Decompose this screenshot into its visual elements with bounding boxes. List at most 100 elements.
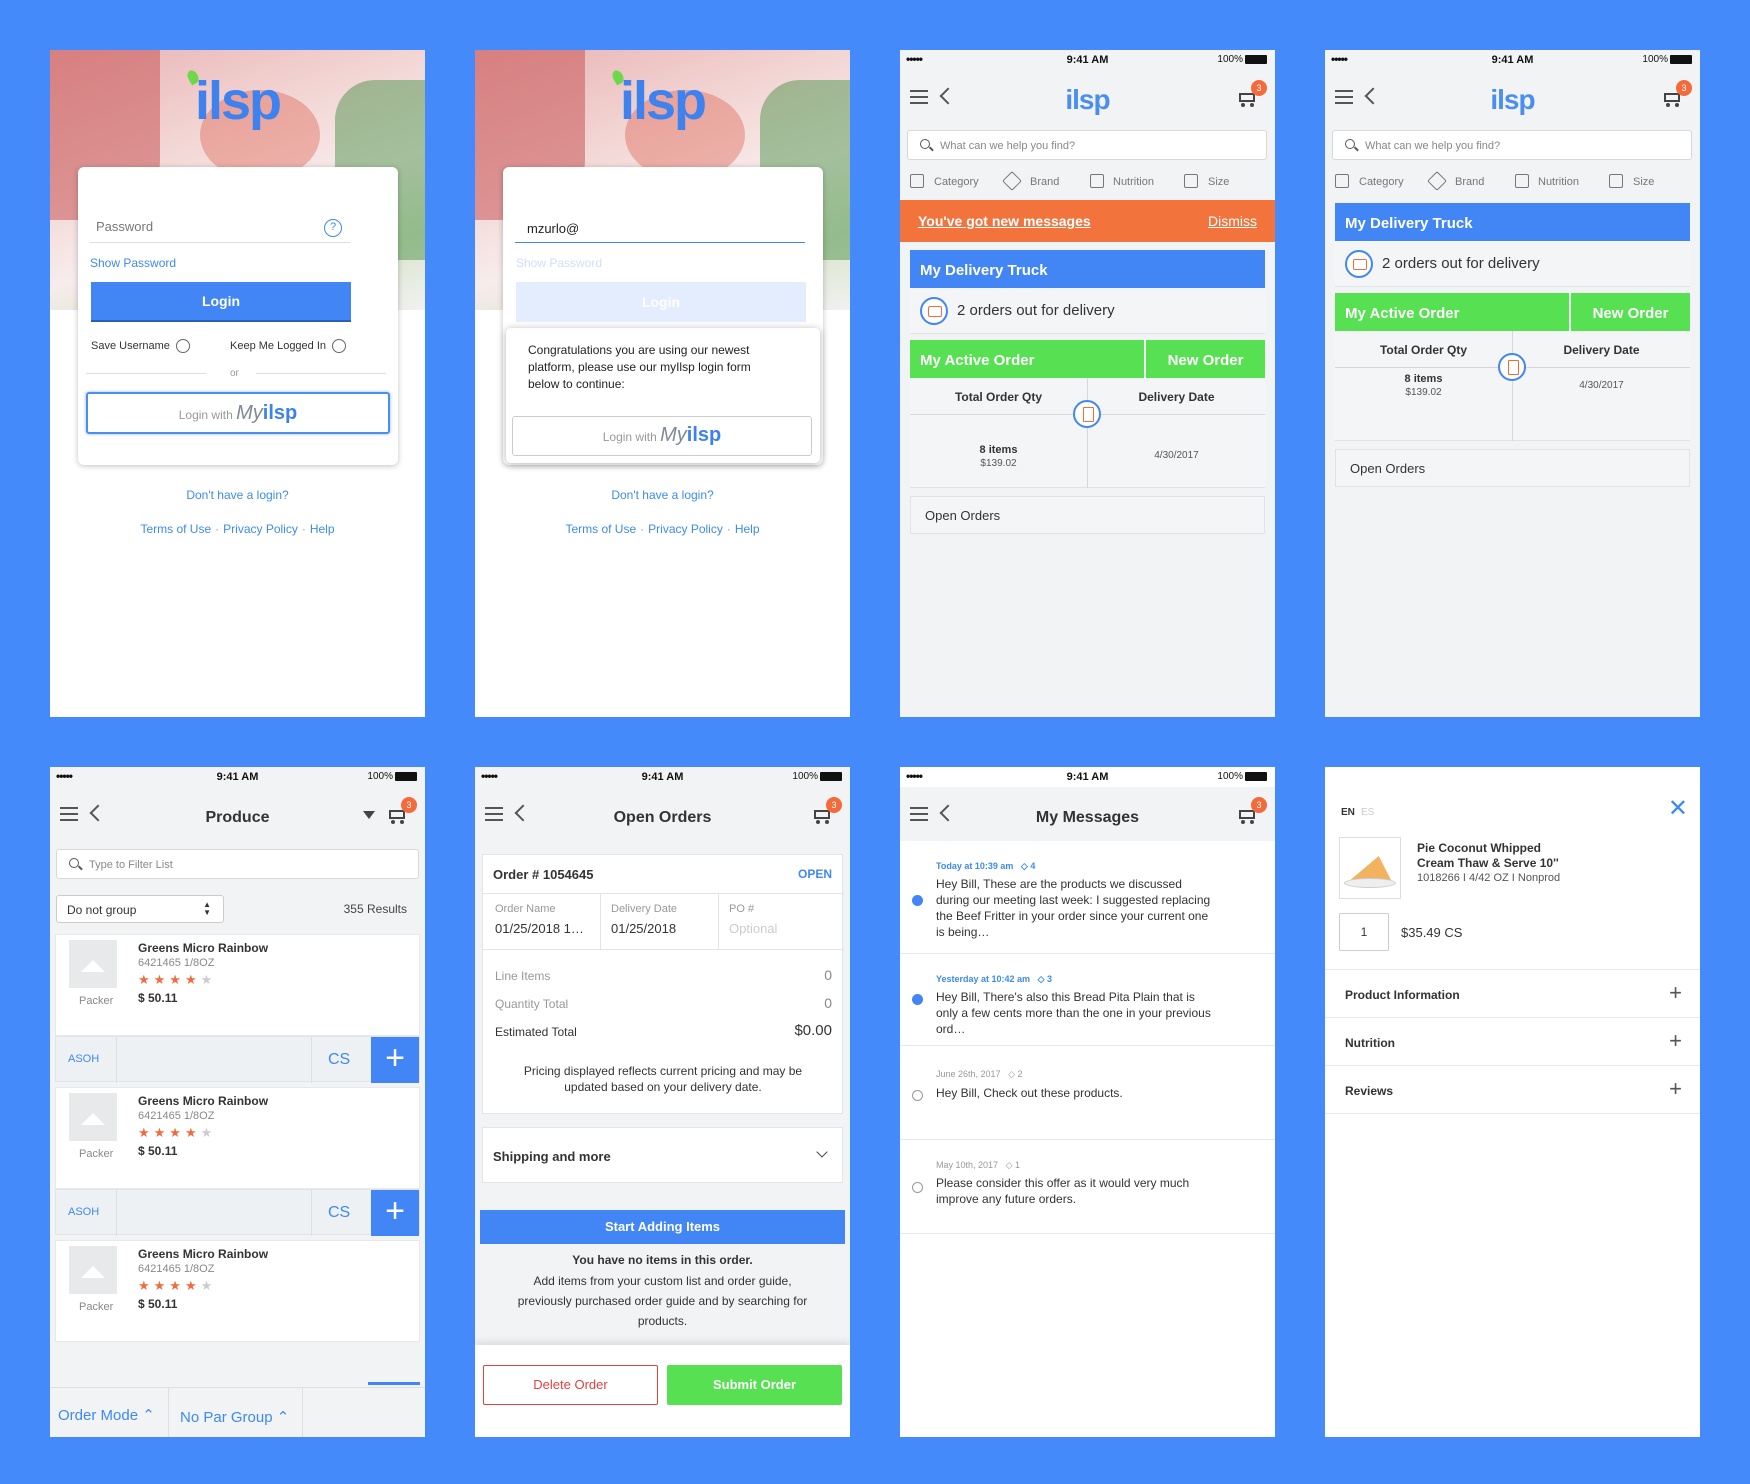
username-field[interactable]: mzurlo@	[515, 217, 805, 243]
chevron-up-icon: ⌃	[276, 1409, 290, 1426]
filter-size[interactable]: Size	[1208, 176, 1229, 188]
dismiss-link[interactable]: Dismiss	[1208, 213, 1257, 229]
help-link[interactable]: Help	[735, 522, 760, 536]
cart-icon[interactable]: 3	[1662, 80, 1692, 108]
add-to-order-button[interactable]: +	[371, 1190, 419, 1236]
order-mode-toggle[interactable]: Order Mode ⌃	[58, 1406, 155, 1424]
close-icon[interactable]: ✕	[1668, 797, 1688, 821]
submit-order-button[interactable]: Submit Order	[667, 1365, 842, 1405]
message-item[interactable]: Yesterday at 10:42 am ◇ 3 Hey Bill, Ther…	[900, 954, 1275, 1046]
active-order-card[interactable]: Total Order Qty Delivery Date 8 items $1…	[1335, 331, 1690, 441]
no-login-link[interactable]: Don't have a login?	[475, 488, 850, 502]
terms-link[interactable]: Terms of Use	[565, 522, 636, 536]
message-item[interactable]: Today at 10:39 am ◇ 4 Hey Bill, These ar…	[900, 852, 1275, 954]
delivery-date-label: Delivery Date	[1138, 390, 1215, 404]
message-text: Hey Bill, Check out these products.	[936, 1086, 1123, 1100]
asoh-label[interactable]: ASOH	[68, 1206, 99, 1218]
show-password-link[interactable]: Show Password	[516, 256, 602, 270]
product-brand: Packer	[79, 1148, 114, 1160]
messages-banner-link[interactable]: You've got new messages	[918, 213, 1091, 229]
nutrition-accordion[interactable]: Nutrition +	[1325, 1018, 1700, 1066]
filter-size[interactable]: Size	[1633, 176, 1654, 188]
login-button[interactable]: Login	[91, 282, 351, 322]
message-item[interactable]: May 10th, 2017 ◇ 1 Please consider this …	[900, 1140, 1275, 1234]
open-orders-link[interactable]: Open Orders	[1335, 449, 1690, 487]
reviews-accordion[interactable]: Reviews +	[1325, 1066, 1700, 1114]
start-adding-button[interactable]: Start Adding Items	[480, 1210, 845, 1244]
help-link[interactable]: Help	[310, 522, 335, 536]
empty-state-title: You have no items in this order.	[572, 1253, 753, 1267]
login-with-myilsp-button[interactable]: Login with Myilsp	[512, 416, 812, 456]
delivery-truck-header[interactable]: My Delivery Truck	[910, 250, 1265, 288]
filter-category[interactable]: Category	[1359, 176, 1404, 188]
password-field[interactable]: Password	[90, 207, 350, 243]
login-with-myilsp-button[interactable]: Login with Myilsp	[86, 392, 390, 434]
filter-category[interactable]: Category	[934, 176, 979, 188]
cart-icon[interactable]: 3	[812, 797, 842, 825]
quantity-input[interactable]: 1	[1339, 913, 1389, 951]
search-input[interactable]: What can we help you find?	[907, 130, 1267, 160]
login-button[interactable]: Login	[516, 282, 806, 322]
delivery-truck-header[interactable]: My Delivery Truck	[1335, 203, 1690, 241]
help-icon[interactable]: ?	[324, 219, 342, 237]
search-input[interactable]: What can we help you find?	[1332, 130, 1692, 160]
add-to-order-button[interactable]: +	[371, 1037, 419, 1083]
cart-icon[interactable]: 3	[387, 797, 417, 825]
po-field[interactable]: Optional	[729, 921, 777, 936]
product-card[interactable]: Greens Micro Rainbow 6421465 1/8OZ ★★★★★…	[55, 1240, 420, 1342]
message-item[interactable]: June 26th, 2017 ◇ 2 Hey Bill, Check out …	[900, 1046, 1275, 1140]
tag-icon	[1002, 171, 1022, 191]
delivery-truck-card[interactable]: 2 orders out for delivery	[910, 288, 1265, 334]
product-information-accordion[interactable]: Product Information +	[1325, 970, 1700, 1018]
filter-list-input[interactable]: Type to Filter List	[56, 849, 419, 879]
open-orders-link[interactable]: Open Orders	[910, 496, 1265, 534]
terms-link[interactable]: Terms of Use	[140, 522, 211, 536]
filter-brand[interactable]: Brand	[1455, 176, 1484, 188]
rating-stars: ★★★★★	[138, 972, 217, 987]
line-items-value: 0	[824, 967, 832, 983]
show-password-link[interactable]: Show Password	[90, 256, 176, 270]
active-order-header[interactable]: My Active Order	[910, 340, 1144, 378]
keep-logged-radio[interactable]	[332, 339, 347, 353]
size-icon	[1609, 174, 1623, 188]
group-select[interactable]: Do not group ▲ ▼	[56, 895, 224, 923]
lang-es[interactable]: ES	[1361, 807, 1374, 818]
cart-icon[interactable]: 3	[1237, 797, 1267, 825]
delete-order-button[interactable]: Delete Order	[483, 1365, 658, 1405]
privacy-link[interactable]: Privacy Policy	[648, 522, 723, 536]
product-name: Pie Coconut Whipped	[1417, 841, 1541, 855]
plus-icon: +	[1669, 1028, 1682, 1053]
privacy-link[interactable]: Privacy Policy	[223, 522, 298, 536]
cart-icon[interactable]: 3	[1237, 80, 1267, 108]
lang-en[interactable]: EN	[1341, 807, 1355, 818]
plus-icon: +	[1669, 980, 1682, 1005]
filter-nutrition[interactable]: Nutrition	[1113, 176, 1154, 188]
save-username-radio[interactable]	[175, 339, 190, 353]
keep-logged-option[interactable]: Keep Me Logged In	[230, 339, 347, 353]
rating-stars: ★★★★★	[138, 1125, 217, 1140]
par-group-toggle[interactable]: No Par Group ⌃	[180, 1408, 289, 1426]
truck-icon	[1345, 250, 1373, 278]
order-price: $139.02	[1405, 387, 1442, 398]
active-order-card[interactable]: Total Order Qty Delivery Date 8 items $1…	[910, 378, 1265, 488]
login-popup-screen: ilsp mzurlo@ Show Password Login Congrat…	[475, 50, 850, 717]
unit-selector[interactable]: CS	[328, 1051, 350, 1069]
no-login-link[interactable]: Don't have a login?	[50, 488, 425, 502]
filter-nutrition[interactable]: Nutrition	[1538, 176, 1579, 188]
save-username-option[interactable]: Save Username	[91, 339, 190, 353]
new-order-button[interactable]: New Order	[1571, 293, 1690, 331]
active-order-header[interactable]: My Active Order	[1335, 293, 1569, 331]
delivery-date-field[interactable]: 01/25/2018	[611, 921, 676, 936]
shipping-accordion[interactable]: Shipping and more	[482, 1127, 843, 1183]
tag-icon: ◇	[1037, 974, 1045, 984]
order-name-field[interactable]: 01/25/2018 1…	[495, 921, 584, 936]
filter-icon[interactable]	[363, 811, 375, 819]
product-card[interactable]: Greens Micro Rainbow 6421465 1/8OZ ★★★★★…	[55, 934, 420, 1036]
new-order-button[interactable]: New Order	[1146, 340, 1265, 378]
filter-brand[interactable]: Brand	[1030, 176, 1059, 188]
product-card[interactable]: Greens Micro Rainbow 6421465 1/8OZ ★★★★★…	[55, 1087, 420, 1189]
delivery-truck-card[interactable]: 2 orders out for delivery	[1335, 241, 1690, 287]
unit-selector[interactable]: CS	[328, 1204, 350, 1222]
cart-badge: 3	[401, 797, 417, 813]
asoh-label[interactable]: ASOH	[68, 1053, 99, 1065]
